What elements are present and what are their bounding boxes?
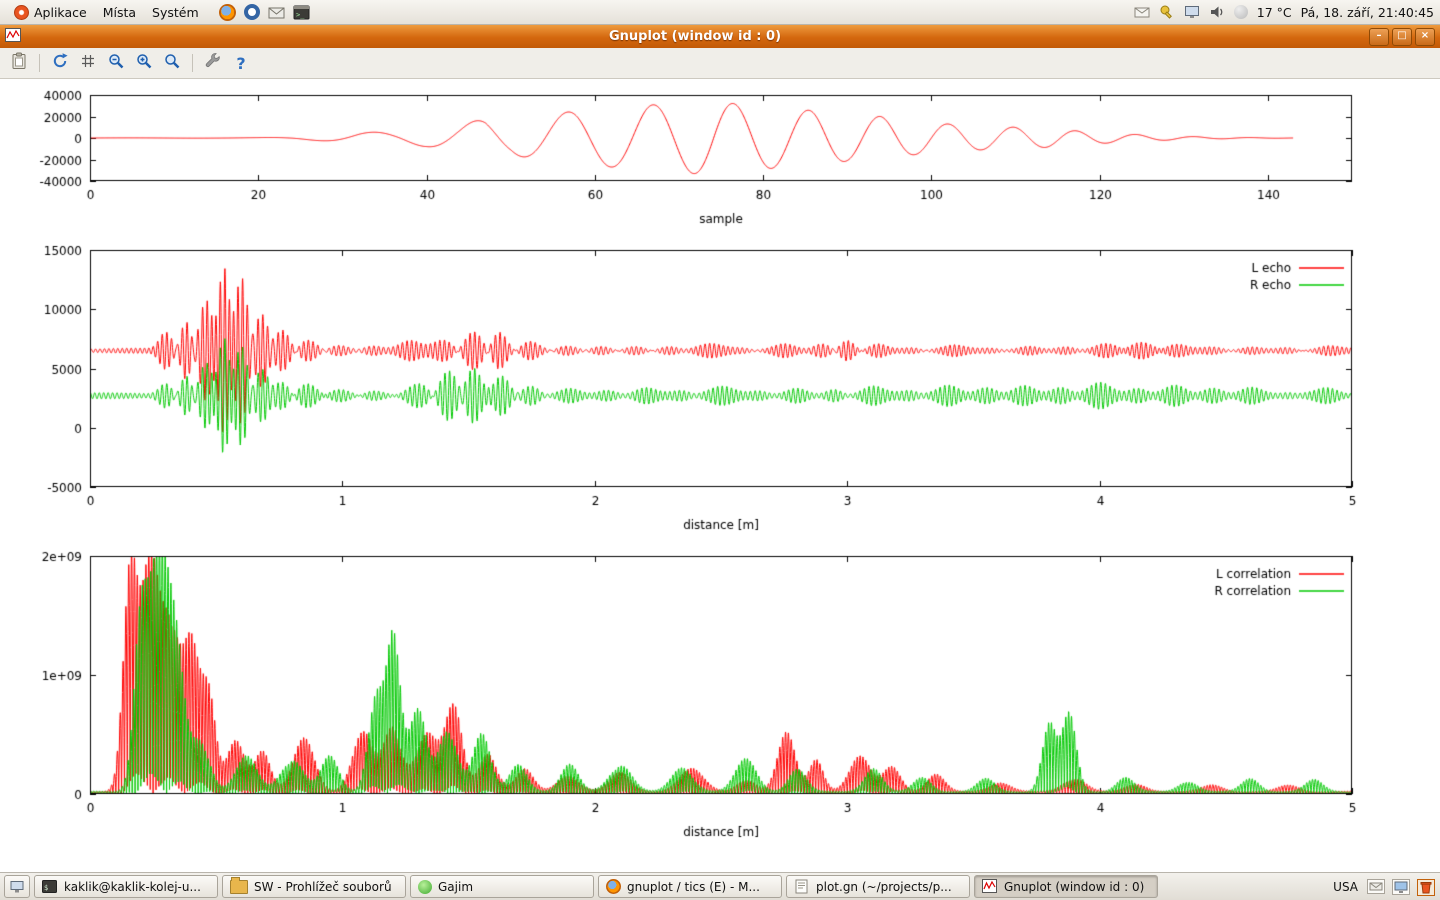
keyboard-layout-indicator[interactable]: USA: [1333, 880, 1358, 894]
copy-clipboard-button[interactable]: [6, 51, 32, 75]
trash-icon[interactable]: [1417, 879, 1433, 895]
taskbar-item-gajim[interactable]: Gajim: [410, 875, 594, 898]
system-tray: 17 °C Pá, 18. září, 21:40:45: [1134, 4, 1434, 20]
taskbar-item-label: plot.gn (~/projects/p...: [816, 880, 952, 894]
menu-applications[interactable]: Aplikace: [6, 3, 95, 22]
file-manager-icon: [230, 880, 248, 894]
keyring-icon[interactable]: [1159, 4, 1175, 20]
plot-echo-signals[interactable]: [0, 229, 1440, 539]
help-icon[interactable]: [244, 4, 260, 20]
clipboard-icon: [10, 52, 28, 74]
toolbar-separator: [192, 54, 193, 72]
wrench-icon: [204, 52, 222, 74]
gnuplot-icon: [982, 879, 998, 895]
gnuplot-window: Gnuplot (window id : 0) – □ ×: [0, 25, 1440, 872]
taskbar-item-label: SW - Prohlížeč souborů: [254, 880, 392, 894]
configure-button[interactable]: [200, 51, 226, 75]
taskbar-item-label: gnuplot / tics (E) - M...: [627, 880, 760, 894]
taskbar-item-editor[interactable]: plot.gn (~/projects/p...: [786, 875, 970, 898]
firefox-icon: [606, 879, 621, 894]
desktop: Aplikace Místa Systém >_: [0, 0, 1440, 900]
plot-area: [0, 79, 1440, 872]
titlebar-buttons: – □ ×: [1369, 28, 1435, 46]
mail-notification-icon[interactable]: [1134, 4, 1150, 20]
refresh-icon: [51, 52, 69, 74]
menu-system[interactable]: Systém: [144, 3, 207, 22]
toggle-grid-button[interactable]: [75, 51, 101, 75]
taskbar-item-terminal[interactable]: $ kaklik@kaklik-kolej-u...: [34, 875, 218, 898]
top-panel: Aplikace Místa Systém >_: [0, 0, 1440, 25]
clock-applet[interactable]: Pá, 18. září, 21:40:45: [1301, 5, 1434, 20]
taskbar-item-browser[interactable]: gnuplot / tics (E) - M...: [598, 875, 782, 898]
mail-icon[interactable]: [1367, 879, 1383, 895]
zoom-out-icon: [107, 52, 125, 74]
menu-system-label: Systém: [152, 5, 199, 20]
taskbar: $ kaklik@kaklik-kolej-u... SW - Prohlíže…: [0, 872, 1440, 900]
gajim-icon: [418, 880, 432, 894]
window-title: Gnuplot (window id : 0): [21, 29, 1369, 44]
svg-text:$: $: [44, 884, 48, 892]
taskbar-right: USA: [1333, 879, 1436, 895]
minimize-button[interactable]: –: [1369, 28, 1389, 46]
toolbar-separator: [39, 54, 40, 72]
remote-display-icon[interactable]: [1184, 4, 1200, 20]
close-button[interactable]: ×: [1415, 28, 1435, 46]
menu-places-label: Místa: [103, 5, 136, 20]
toolbar: ?: [0, 48, 1440, 79]
maximize-button[interactable]: □: [1392, 28, 1412, 46]
terminal-launcher-icon[interactable]: >_: [293, 4, 310, 21]
weather-icon[interactable]: [1234, 5, 1248, 19]
grid-icon: [79, 52, 97, 74]
taskbar-item-label: Gajim: [438, 880, 473, 894]
taskbar-item-label: kaklik@kaklik-kolej-u...: [64, 880, 201, 894]
plot-correlation[interactable]: [0, 539, 1440, 849]
autoscale-button[interactable]: [159, 51, 185, 75]
taskbar-item-file-manager[interactable]: SW - Prohlížeč souborů: [222, 875, 406, 898]
zoom-fit-icon: [163, 52, 181, 74]
show-desktop-button[interactable]: [4, 875, 30, 898]
menu-places[interactable]: Místa: [95, 3, 144, 22]
distributor-logo-icon: [14, 5, 29, 20]
temperature-applet[interactable]: 17 °C: [1257, 5, 1292, 20]
zoom-in-icon: [135, 52, 153, 74]
display-icon[interactable]: [1392, 879, 1408, 895]
help-button[interactable]: ?: [228, 51, 254, 75]
menu-applications-label: Aplikace: [34, 5, 87, 20]
taskbar-item-label: Gnuplot (window id : 0): [1004, 880, 1144, 894]
terminal-icon: $: [42, 879, 58, 895]
volume-icon[interactable]: [1209, 4, 1225, 20]
svg-text:>_: >_: [296, 11, 305, 19]
taskbar-item-gnuplot[interactable]: Gnuplot (window id : 0): [974, 875, 1158, 898]
mail-launcher-icon[interactable]: [268, 4, 285, 21]
text-editor-icon: [794, 879, 810, 895]
zoom-previous-button[interactable]: [103, 51, 129, 75]
panel-launchers: >_: [219, 4, 310, 21]
window-icon: [5, 27, 21, 46]
zoom-next-button[interactable]: [131, 51, 157, 75]
firefox-icon[interactable]: [219, 4, 236, 21]
question-icon: ?: [236, 54, 245, 73]
titlebar[interactable]: Gnuplot (window id : 0) – □ ×: [0, 25, 1440, 48]
replot-button[interactable]: [47, 51, 73, 75]
plot-sample-waveform[interactable]: [0, 79, 1440, 229]
